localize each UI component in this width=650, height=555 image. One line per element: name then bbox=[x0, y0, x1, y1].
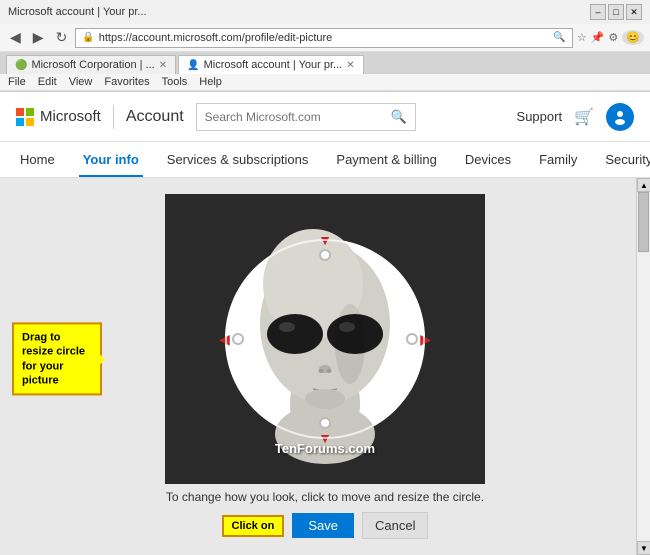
tab2-label: Microsoft account | Your pr... bbox=[204, 59, 343, 71]
browser-title: Microsoft account | Your pr... bbox=[8, 6, 147, 18]
watermark: TenForums.com bbox=[275, 441, 375, 456]
resize-tooltip-text: Drag to resize circle for your picture bbox=[22, 331, 85, 386]
nav-payment[interactable]: Payment & billing bbox=[332, 144, 440, 177]
content-area: Drag to resize circle for your picture bbox=[0, 178, 650, 555]
ms-logo-blue bbox=[16, 118, 24, 126]
refresh-button[interactable]: ↻ bbox=[52, 27, 72, 48]
nav-services[interactable]: Services & subscriptions bbox=[163, 144, 313, 177]
main-content: Drag to resize circle for your picture bbox=[0, 178, 650, 555]
minimize-button[interactable]: – bbox=[590, 4, 606, 20]
menu-favorites[interactable]: Favorites bbox=[104, 76, 149, 88]
ms-logo-red bbox=[16, 108, 24, 116]
maximize-button[interactable]: □ bbox=[608, 4, 624, 20]
support-link[interactable]: Support bbox=[517, 109, 563, 124]
click-on-label: Click on bbox=[222, 515, 285, 537]
tab1-label: Microsoft Corporation | ... bbox=[31, 59, 154, 71]
search-button[interactable]: 🔍 bbox=[390, 109, 406, 125]
header-divider bbox=[113, 105, 114, 129]
browser-tab-1[interactable]: 🟢 Microsoft Corporation | ... ✕ bbox=[6, 55, 176, 74]
nav-family[interactable]: Family bbox=[535, 144, 581, 177]
scrollbar[interactable]: ▲ ▼ bbox=[636, 178, 650, 555]
address-search-icon: 🔍 bbox=[553, 32, 565, 43]
header-account-label: Account bbox=[126, 108, 184, 126]
ssl-icon: 🔒 bbox=[82, 32, 94, 43]
menu-tools[interactable]: Tools bbox=[162, 76, 188, 88]
nav-devices[interactable]: Devices bbox=[461, 144, 515, 177]
menu-help[interactable]: Help bbox=[199, 76, 222, 88]
ms-account-header: Microsoft Account 🔍 Support 🛒 bbox=[0, 92, 650, 142]
address-bar[interactable]: 🔒 https://account.microsoft.com/profile/… bbox=[75, 28, 573, 48]
tab1-favicon: 🟢 bbox=[15, 60, 27, 71]
browser-tabs-bar: 🟢 Microsoft Corporation | ... ✕ 👤 Micros… bbox=[0, 52, 650, 74]
user-avatar[interactable] bbox=[606, 103, 634, 131]
browser-tab-2[interactable]: 👤 Microsoft account | Your pr... ✕ bbox=[178, 55, 363, 74]
url-text: https://account.microsoft.com/profile/ed… bbox=[99, 32, 550, 44]
nav-your-info[interactable]: Your info bbox=[79, 144, 143, 177]
header-right: Support 🛒 bbox=[517, 103, 634, 131]
search-input[interactable] bbox=[205, 110, 391, 124]
browser-nav-bar: ◀ ▶ ↻ 🔒 https://account.microsoft.com/pr… bbox=[0, 24, 650, 52]
gear-icon[interactable]: ⚙ bbox=[608, 31, 618, 44]
ms-logo-squares bbox=[16, 108, 34, 126]
scroll-thumb[interactable] bbox=[638, 192, 649, 252]
scroll-down-button[interactable]: ▼ bbox=[637, 541, 650, 555]
page-content: Drag to resize circle for your picture bbox=[0, 178, 650, 555]
tab2-close[interactable]: ✕ bbox=[346, 60, 354, 71]
title-bar: Microsoft account | Your pr... – □ ✕ bbox=[0, 0, 650, 24]
resize-tooltip: Drag to resize circle for your picture bbox=[12, 322, 102, 395]
ms-logo-green bbox=[26, 108, 34, 116]
ms-logo-yellow bbox=[26, 118, 34, 126]
menu-bar: File Edit View Favorites Tools Help bbox=[0, 74, 650, 91]
ms-nav: Home Your info Services & subscriptions … bbox=[0, 142, 650, 178]
window-chrome: Microsoft account | Your pr... – □ ✕ ◀ ▶… bbox=[0, 0, 650, 92]
forward-button[interactable]: ▶ bbox=[29, 27, 48, 48]
search-bar[interactable]: 🔍 bbox=[196, 103, 416, 131]
title-bar-title: Microsoft account | Your pr... bbox=[8, 6, 147, 18]
editor-caption: To change how you look, click to move an… bbox=[166, 490, 484, 504]
editor-actions: Click on Save Cancel bbox=[222, 512, 429, 539]
pin-icon[interactable]: 📌 bbox=[591, 31, 605, 44]
ms-logo-text: Microsoft bbox=[40, 108, 101, 125]
menu-view[interactable]: View bbox=[69, 76, 93, 88]
nav-home[interactable]: Home bbox=[16, 144, 59, 177]
window-controls: – □ ✕ bbox=[590, 4, 642, 20]
nav-security[interactable]: Security & privacy bbox=[601, 144, 650, 177]
tab2-favicon: 👤 bbox=[187, 60, 199, 71]
save-button[interactable]: Save bbox=[292, 513, 354, 538]
menu-file[interactable]: File bbox=[8, 76, 26, 88]
scroll-up-button[interactable]: ▲ bbox=[637, 178, 650, 192]
menu-edit[interactable]: Edit bbox=[38, 76, 57, 88]
star-icon[interactable]: ☆ bbox=[577, 31, 587, 44]
tab1-close[interactable]: ✕ bbox=[159, 60, 167, 71]
back-button[interactable]: ◀ bbox=[6, 27, 25, 48]
smiley-icon[interactable]: 😊 bbox=[622, 30, 644, 45]
close-button[interactable]: ✕ bbox=[626, 4, 642, 20]
ms-logo: Microsoft bbox=[16, 108, 101, 126]
cancel-button[interactable]: Cancel bbox=[362, 512, 428, 539]
image-editor[interactable]: ▼ ▼ ◀ ▶ bbox=[165, 194, 485, 484]
cart-icon[interactable]: 🛒 bbox=[574, 107, 594, 127]
scroll-track[interactable] bbox=[637, 192, 650, 541]
